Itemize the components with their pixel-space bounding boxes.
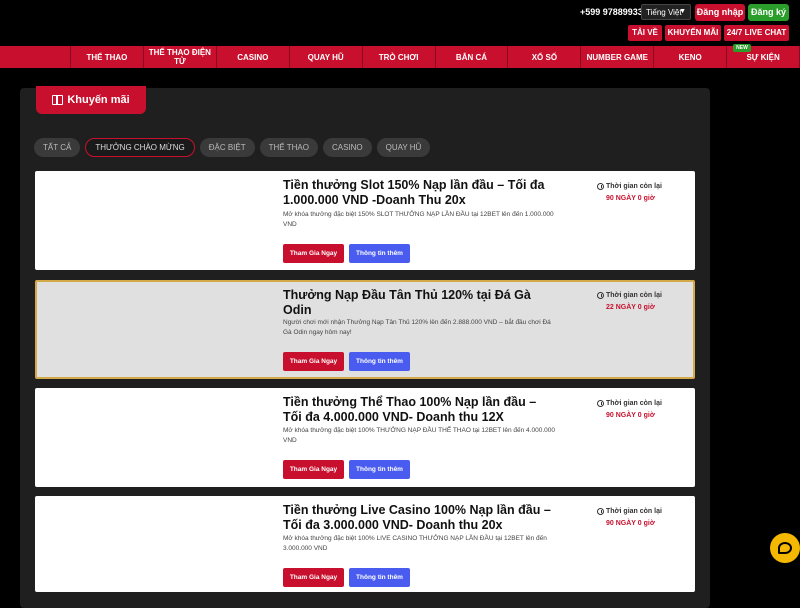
top-bar: +599 97889933 Tiếng Việt ▼ Đăng nhập Đăn… [0, 0, 800, 46]
time-remaining-text: Thời gian còn lại [606, 508, 662, 515]
clock-icon [597, 292, 604, 299]
chat-widget-button[interactable] [770, 533, 800, 563]
nav-item-games[interactable]: TRÒ CHƠI [361, 46, 435, 68]
time-remaining-label: Thời gian còn lại [597, 400, 662, 407]
more-info-button[interactable]: Thông tin thêm [349, 244, 410, 263]
promo-card-desc: Mở khóa thưởng đặc biệt 100% THƯỞNG NẠP … [283, 427, 555, 444]
clock-icon [597, 508, 604, 515]
promo-card-title: Tiền thưởng Thể Thao 100% Nạp lần đầu – … [283, 395, 537, 424]
promo-card: Tiền thưởng Slot 150% Nạp lần đầu – Tối … [35, 171, 695, 270]
new-badge: NEW [733, 44, 751, 52]
promo-card-desc: Mở khóa thưởng đặc biệt 100% LIVE CASINO… [283, 535, 547, 552]
time-remaining-value: 22 NGÀY 0 giờ [606, 304, 655, 311]
filter-welcome-bonus[interactable]: THƯỞNG CHÀO MỪNG [85, 138, 195, 157]
time-remaining-value: 90 NGÀY 0 giờ [606, 195, 655, 202]
clock-icon [597, 400, 604, 407]
gift-icon [52, 95, 64, 105]
nav-item-esports[interactable]: THỂ THAO ĐIỆN TỬ [142, 46, 216, 68]
phone-number: +599 97889933 [580, 7, 643, 17]
nav-item-sports[interactable]: THỂ THAO [70, 46, 143, 68]
promo-card-desc: Người chơi mới nhận Thưởng Nạp Tân Thủ 1… [283, 319, 551, 336]
nav-item-events[interactable]: NEW SỰ KIỆN [726, 44, 800, 68]
nav-item-number-game[interactable]: NUMBER GAME [580, 46, 653, 68]
time-remaining-label: Thời gian còn lại [597, 183, 662, 190]
promotions-button[interactable]: KHUYẾN MÃI [665, 25, 721, 41]
more-info-button[interactable]: Thông tin thêm [349, 460, 410, 479]
time-remaining-text: Thời gian còn lại [606, 400, 662, 407]
clock-icon [597, 183, 604, 190]
nav-item-casino[interactable]: CASINO [215, 46, 289, 68]
promo-card-desc: Mở khóa thưởng đặc biệt 150% SLOT THƯỞNG… [283, 211, 554, 228]
filter-special[interactable]: ĐẶC BIỆT [199, 138, 255, 157]
promo-card-title: Tiền thưởng Live Casino 100% Nạp lần đầu… [283, 503, 551, 532]
filter-slots[interactable]: QUAY HŨ [376, 138, 431, 157]
filter-casino[interactable]: CASINO [322, 138, 372, 157]
promo-card: Thưởng Nạp Đầu Tân Thủ 120% tại Đá Gà Od… [35, 280, 695, 379]
time-remaining-text: Thời gian còn lại [606, 292, 662, 299]
filter-sports[interactable]: THỂ THAO [259, 138, 318, 157]
promo-card-title: Tiền thưởng Slot 150% Nạp lần đầu – Tối … [283, 178, 545, 207]
join-now-button[interactable]: Tham Gia Ngay [283, 568, 344, 587]
promo-card: Tiền thưởng Live Casino 100% Nạp lần đầu… [35, 496, 695, 592]
more-info-button[interactable]: Thông tin thêm [349, 352, 410, 371]
filter-tabs: TẤT CẢ THƯỞNG CHÀO MỪNG ĐẶC BIỆT THỂ THA… [34, 138, 431, 157]
nav-item-events-label: SỰ KIỆN [746, 52, 780, 62]
live-chat-button[interactable]: 24/7 LIVE CHAT [724, 25, 789, 41]
join-now-button[interactable]: Tham Gia Ngay [283, 244, 344, 263]
nav-item-keno[interactable]: KENO [653, 46, 726, 68]
promotions-header: Khuyến mãi [36, 86, 146, 114]
chat-bubble-icon [778, 542, 792, 554]
main-nav: THỂ THAO THỂ THAO ĐIỆN TỬ CASINO QUAY HŨ… [0, 44, 800, 68]
promo-card-title: Thưởng Nạp Đầu Tân Thủ 120% tại Đá Gà Od… [283, 288, 531, 317]
chevron-down-icon: ▼ [679, 8, 686, 15]
time-remaining-text: Thời gian còn lại [606, 183, 662, 190]
join-now-button[interactable]: Tham Gia Ngay [283, 352, 344, 371]
nav-item-lottery[interactable]: XỔ SỐ [507, 46, 580, 68]
join-now-button[interactable]: Tham Gia Ngay [283, 460, 344, 479]
download-button[interactable]: TẢI VỀ [628, 25, 662, 41]
time-remaining-label: Thời gian còn lại [597, 292, 662, 299]
promo-card: Tiền thưởng Thể Thao 100% Nạp lần đầu – … [35, 388, 695, 487]
nav-item-slots[interactable]: QUAY HŨ [288, 46, 362, 68]
language-select[interactable]: Tiếng Việt ▼ [641, 4, 691, 20]
login-button[interactable]: Đăng nhập [695, 4, 745, 21]
promotions-title: Khuyến mãi [67, 94, 130, 106]
time-remaining-value: 90 NGÀY 0 giờ [606, 412, 655, 419]
filter-all[interactable]: TẤT CẢ [34, 138, 81, 157]
time-remaining-label: Thời gian còn lại [597, 508, 662, 515]
nav-item-fishing[interactable]: BẮN CÁ [434, 46, 508, 68]
language-label: Tiếng Việt [646, 8, 682, 17]
more-info-button[interactable]: Thông tin thêm [349, 568, 410, 587]
register-button[interactable]: Đăng ký [748, 4, 789, 21]
time-remaining-value: 90 NGÀY 0 giờ [606, 520, 655, 527]
